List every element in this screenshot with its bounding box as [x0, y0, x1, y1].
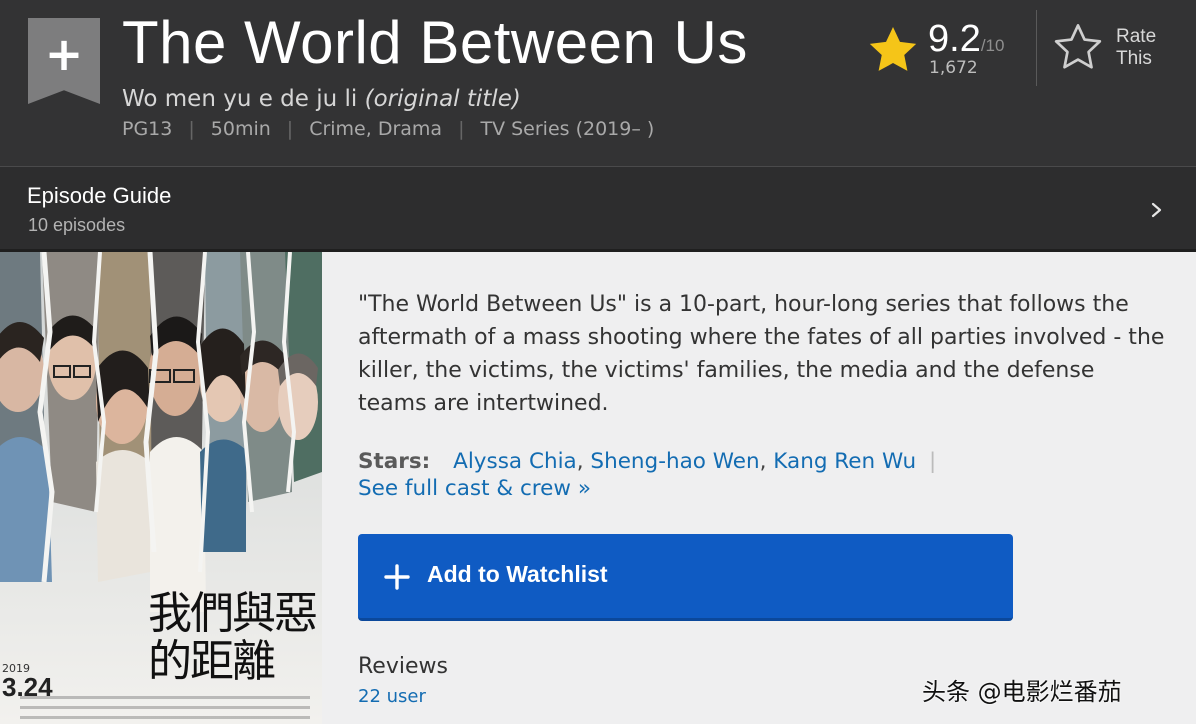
watchlist-ribbon[interactable]: +: [28, 18, 100, 104]
content-rating: PG13: [122, 118, 173, 140]
full-cast-arrow: »: [577, 476, 591, 501]
title-meta: PG13 | 50min | Crime, Drama | TV Series …: [122, 118, 654, 140]
plot-summary: "The World Between Us" is a 10-part, hou…: [358, 292, 1165, 416]
meta-separator: |: [188, 118, 195, 140]
star-outline-icon: [1054, 24, 1102, 69]
full-cast-link[interactable]: See full cast & crew »: [358, 476, 591, 501]
credits-pipe: |: [928, 449, 937, 474]
rate-this-line1: Rate: [1116, 26, 1157, 47]
watermark: 头条 @电影烂番茄: [922, 678, 1122, 706]
plus-icon: +: [44, 27, 84, 81]
poster-title: 我們與惡的距離: [148, 588, 318, 687]
star-link[interactable]: Sheng-hao Wen: [590, 449, 759, 474]
stars-label: Stars:: [358, 449, 431, 474]
meta-separator: |: [286, 118, 294, 140]
watchlist-label: Add to Watchlist: [427, 561, 608, 587]
reviews-heading: Reviews: [358, 654, 448, 679]
poster-date: 3.24: [2, 672, 53, 702]
add-to-watchlist-button[interactable]: Add to Watchlist: [358, 534, 1013, 621]
title-page: + The World Between Us Wo men yu e de ju…: [0, 0, 1196, 724]
poster-image[interactable]: 我們與惡的距離 2019 3.24: [0, 252, 322, 724]
star-separator: ,: [576, 449, 584, 474]
full-cast-label: See full cast & crew: [358, 476, 571, 501]
rating-max: /10: [980, 36, 1005, 55]
rate-this-line2: This: [1116, 48, 1152, 69]
star-link[interactable]: Kang Ren Wu: [773, 449, 916, 474]
page-title: The World Between Us: [122, 9, 748, 76]
imdb-rating[interactable]: 9.2/10 1,672: [866, 18, 1026, 82]
rate-this-button[interactable]: Rate This: [1050, 18, 1170, 78]
original-title-suffix: (original title): [364, 86, 521, 112]
meta-separator: |: [458, 118, 465, 140]
genres-link[interactable]: Crime, Drama: [309, 118, 442, 140]
title-overview: "The World Between Us" is a 10-part, hou…: [322, 252, 1196, 724]
plus-icon: [384, 564, 410, 590]
original-title: Wo men yu e de ju li (original title): [122, 86, 521, 112]
rating-divider: [1036, 10, 1037, 86]
original-title-text: Wo men yu e de ju li: [122, 86, 358, 112]
episode-count: 10 episodes: [28, 215, 126, 235]
stars-credits: Stars: Alyssa Chia, Sheng-hao Wen, Kang …: [358, 448, 1158, 502]
chevron-right-icon: [1151, 202, 1162, 218]
title-header: + The World Between Us Wo men yu e de ju…: [0, 0, 1196, 166]
rating-value: 9.2/10: [928, 18, 1004, 61]
star-icon: [869, 27, 917, 71]
star-link[interactable]: Alyssa Chia: [453, 449, 577, 474]
rating-count: 1,672: [929, 58, 978, 78]
runtime: 50min: [210, 118, 271, 140]
star-separator: ,: [759, 449, 767, 474]
rating-score: 9.2: [928, 18, 981, 60]
series-type-link[interactable]: TV Series (2019– ): [480, 118, 654, 140]
user-reviews-link[interactable]: 22 user: [358, 686, 426, 707]
episode-guide-title: Episode Guide: [27, 183, 172, 208]
rate-this-label: Rate This: [1116, 26, 1176, 70]
episode-guide[interactable]: Episode Guide 10 episodes: [0, 166, 1196, 252]
